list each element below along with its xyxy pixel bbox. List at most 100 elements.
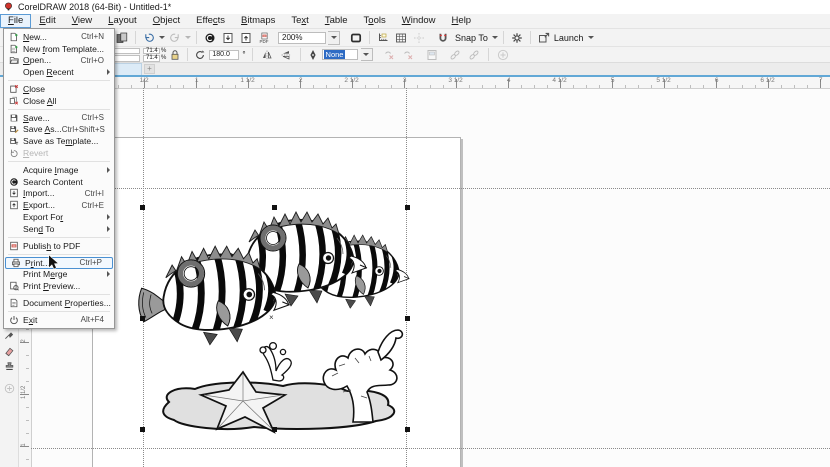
selection-handle[interactable] bbox=[405, 316, 410, 321]
selection-handle[interactable] bbox=[140, 427, 145, 432]
unlink-button[interactable] bbox=[466, 47, 482, 62]
menu-item-search-content[interactable]: Search Content bbox=[4, 176, 114, 188]
undo-button[interactable] bbox=[141, 30, 157, 45]
menubar-item-tools[interactable]: Tools bbox=[356, 14, 394, 28]
show-grid-button[interactable] bbox=[393, 30, 409, 45]
export-button[interactable] bbox=[238, 30, 254, 45]
selection-handle[interactable] bbox=[405, 427, 410, 432]
menubar-item-help[interactable]: Help bbox=[444, 14, 480, 28]
rotation-angle-field[interactable]: 180.0 bbox=[209, 49, 240, 60]
edit-fill-button[interactable] bbox=[424, 47, 440, 62]
search-content-button[interactable] bbox=[202, 30, 218, 45]
menubar-item-window[interactable]: Window bbox=[394, 14, 444, 28]
search-content-icon bbox=[204, 32, 216, 43]
menu-item-save[interactable]: Save... Ctrl+S bbox=[4, 112, 114, 124]
menubar-item-file[interactable]: File bbox=[0, 14, 32, 28]
menu-item-export[interactable]: Export... Ctrl+E bbox=[4, 199, 114, 211]
publish-pdf-button[interactable]: PDF bbox=[256, 30, 272, 45]
outline-width-dropdown[interactable] bbox=[360, 48, 373, 61]
menu-item-print-preview[interactable]: Print Preview... bbox=[4, 280, 114, 292]
zoom-level-dropdown[interactable] bbox=[328, 30, 340, 45]
menu-item-close-all[interactable]: Close All bbox=[4, 95, 114, 107]
lock-ratio-button[interactable] bbox=[169, 47, 181, 62]
new-tab-button[interactable]: + bbox=[144, 64, 155, 74]
menu-item-save-as[interactable]: Save As... Ctrl+Shift+S bbox=[4, 124, 114, 136]
link-button[interactable] bbox=[447, 47, 463, 62]
menu-item-import[interactable]: Import... Ctrl+I bbox=[4, 188, 114, 200]
menu-item-print[interactable]: Print... Ctrl+P bbox=[5, 256, 113, 269]
menubar-item-text[interactable]: Text bbox=[283, 14, 316, 28]
fullscreen-preview-button[interactable] bbox=[348, 30, 364, 45]
menubar-item-bitmaps[interactable]: Bitmaps bbox=[233, 14, 283, 28]
selection-handle[interactable] bbox=[140, 316, 145, 321]
quick-customize-button[interactable] bbox=[495, 47, 511, 62]
scale-x-field[interactable]: 71.4 bbox=[143, 47, 160, 54]
show-rulers-button[interactable] bbox=[375, 30, 391, 45]
import-button[interactable] bbox=[220, 30, 236, 45]
mirror-vertical-button[interactable] bbox=[278, 47, 294, 62]
options-button[interactable] bbox=[509, 30, 525, 45]
lock-icon bbox=[171, 49, 179, 60]
menu-item-new[interactable]: New... Ctrl+N bbox=[4, 31, 114, 43]
menu-item-acquire-image[interactable]: Acquire Image bbox=[4, 164, 114, 176]
menu-item-new-from-template[interactable]: New from Template... bbox=[4, 43, 114, 55]
paste-button[interactable] bbox=[114, 30, 130, 45]
outline-pen-button[interactable] bbox=[307, 47, 319, 62]
coreldraw-window: CorelDRAW 2018 (64-Bit) - Untitled-1* Fi… bbox=[0, 0, 830, 467]
menubar-item-effects[interactable]: Effects bbox=[188, 14, 233, 28]
launch-button[interactable]: Launch bbox=[554, 33, 584, 43]
redo-button[interactable] bbox=[167, 30, 183, 45]
menu-item-close[interactable]: Close bbox=[4, 83, 114, 95]
selection-handle[interactable] bbox=[272, 205, 277, 210]
selection-handle[interactable] bbox=[272, 427, 277, 432]
snap-to-dropdown[interactable] bbox=[491, 36, 498, 39]
menubar-item-edit[interactable]: Edit bbox=[31, 14, 63, 28]
menu-item-open-recent[interactable]: Open Recent bbox=[4, 66, 114, 78]
object-position-y-field[interactable] bbox=[114, 55, 140, 62]
menu-icon-spacer bbox=[7, 164, 21, 175]
menu-item-exit[interactable]: Exit Alt+F4 bbox=[4, 314, 114, 326]
show-guidelines-button[interactable] bbox=[411, 30, 427, 45]
menu-item-revert[interactable]: Revert bbox=[4, 147, 114, 159]
object-position-x-field[interactable] bbox=[114, 47, 140, 54]
clear-transform-button[interactable] bbox=[381, 47, 397, 62]
stamp-tool[interactable] bbox=[2, 359, 16, 373]
add-tool[interactable] bbox=[2, 381, 16, 395]
rotate-tool-button[interactable] bbox=[194, 47, 206, 62]
menu-item-save-as-template[interactable]: Save as Template... bbox=[4, 135, 114, 147]
guideline-horizontal-top[interactable] bbox=[31, 187, 830, 189]
m-props-icon bbox=[7, 298, 21, 309]
undo-dropdown[interactable] bbox=[159, 36, 165, 39]
fullscreen-preview-icon bbox=[350, 33, 362, 42]
menu-item-document-properties[interactable]: Document Properties... bbox=[4, 297, 114, 309]
eraser-tool[interactable] bbox=[2, 344, 16, 358]
clear-effects-button[interactable] bbox=[400, 47, 416, 62]
snap-to-label[interactable]: Snap To bbox=[455, 33, 488, 43]
horizontal-ruler[interactable] bbox=[31, 77, 830, 89]
redo-dropdown[interactable] bbox=[185, 36, 191, 39]
scale-y-field[interactable]: 71.4 bbox=[143, 55, 160, 62]
menu-item-publish-to-pdf[interactable]: Publish to PDF bbox=[4, 240, 114, 252]
outline-width-combobox[interactable]: None bbox=[321, 49, 358, 60]
snap-toggle-button[interactable] bbox=[435, 30, 451, 45]
knife-tool[interactable] bbox=[2, 328, 16, 342]
propbar-separator bbox=[187, 48, 189, 61]
guideline-horizontal-bottom[interactable] bbox=[31, 447, 830, 449]
selection-handle[interactable] bbox=[140, 205, 145, 210]
menubar-item-table[interactable]: Table bbox=[317, 14, 356, 28]
launch-dropdown[interactable] bbox=[588, 36, 595, 39]
menu-item-print-merge[interactable]: Print Merge bbox=[4, 269, 114, 281]
menubar-item-layout[interactable]: Layout bbox=[100, 14, 145, 28]
menu-item-open[interactable]: Open... Ctrl+O bbox=[4, 55, 114, 67]
launch-icon-button[interactable] bbox=[536, 30, 552, 45]
menu-item-send-to[interactable]: Send To bbox=[4, 223, 114, 235]
propbar-separator bbox=[487, 48, 489, 61]
hruler-label: 1 1/2 bbox=[240, 77, 255, 84]
mirror-horizontal-button[interactable] bbox=[259, 47, 275, 62]
menu-item-export-for[interactable]: Export For bbox=[4, 211, 114, 223]
menubar-item-object[interactable]: Object bbox=[145, 14, 188, 28]
menu-icon-spacer bbox=[7, 223, 21, 234]
zoom-level-combobox[interactable]: 200% bbox=[278, 31, 326, 44]
selection-handle[interactable] bbox=[405, 205, 410, 210]
menubar-item-view[interactable]: View bbox=[64, 14, 100, 28]
